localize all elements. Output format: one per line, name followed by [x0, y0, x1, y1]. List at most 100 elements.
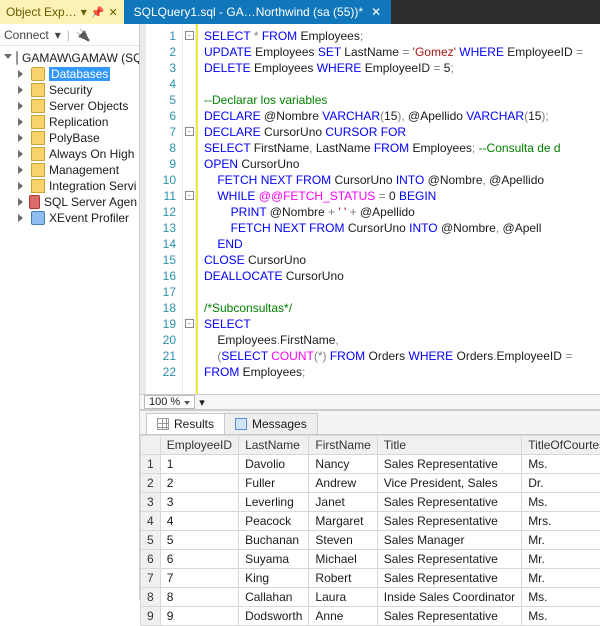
tree-item[interactable]: Always On High [2, 146, 137, 162]
cell[interactable]: Janet [309, 493, 377, 512]
table-row[interactable]: 22FullerAndrewVice President, SalesDr.19 [141, 474, 600, 493]
cell[interactable]: Sales Representative [377, 493, 521, 512]
expand-caret-icon[interactable] [18, 86, 27, 95]
cell[interactable]: 7 [160, 569, 238, 588]
expand-caret-icon[interactable] [18, 198, 25, 207]
fold-gutter[interactable]: - - - - [182, 24, 196, 394]
expand-caret-icon[interactable] [4, 54, 12, 63]
cell[interactable]: Mr. [522, 531, 600, 550]
cell[interactable]: Suyama [239, 550, 309, 569]
expand-caret-icon[interactable] [18, 150, 27, 159]
tree-item[interactable]: Security [2, 82, 137, 98]
tree-item[interactable]: Replication [2, 114, 137, 130]
cell[interactable]: Andrew [309, 474, 377, 493]
cell[interactable]: Inside Sales Coordinator [377, 588, 521, 607]
cell[interactable]: 4 [160, 512, 238, 531]
cell[interactable]: Robert [309, 569, 377, 588]
messages-tab[interactable]: Messages [224, 413, 318, 434]
column-header[interactable]: EmployeeID [160, 436, 238, 455]
cell[interactable]: Fuller [239, 474, 309, 493]
cell[interactable]: Nancy [309, 455, 377, 474]
cell[interactable]: 3 [160, 493, 238, 512]
tree-item[interactable]: Integration Servi [2, 178, 137, 194]
pin-icon[interactable]: 📌 [91, 6, 105, 19]
table-row[interactable]: 55BuchananStevenSales ManagerMr.19 [141, 531, 600, 550]
cell[interactable]: Sales Representative [377, 512, 521, 531]
cell[interactable]: Laura [309, 588, 377, 607]
cell[interactable]: Anne [309, 607, 377, 626]
column-header[interactable]: TitleOfCourtesy [522, 436, 600, 455]
expand-caret-icon[interactable] [18, 182, 27, 191]
cell[interactable]: Ms. [522, 588, 600, 607]
cell[interactable]: Sales Manager [377, 531, 521, 550]
close-icon[interactable]: ✕ [108, 6, 117, 19]
column-header[interactable]: LastName [239, 436, 309, 455]
cell[interactable]: Dr. [522, 474, 600, 493]
cell[interactable]: 8 [160, 588, 238, 607]
cell[interactable]: Mr. [522, 569, 600, 588]
cell[interactable]: Dodsworth [239, 607, 309, 626]
object-explorer-panel-tab[interactable]: Object Exp… ▾ 📌 ✕ [0, 0, 124, 24]
column-header[interactable]: FirstName [309, 436, 377, 455]
cell[interactable]: Callahan [239, 588, 309, 607]
close-icon[interactable]: ✕ [371, 5, 381, 19]
fold-toggle[interactable]: - [185, 319, 194, 328]
tree-item[interactable]: XEvent Profiler [2, 210, 137, 226]
cell[interactable]: 6 [160, 550, 238, 569]
cell[interactable]: Davolio [239, 455, 309, 474]
expand-caret-icon[interactable] [18, 134, 27, 143]
fold-toggle[interactable]: - [185, 31, 194, 40]
tree-item[interactable]: PolyBase [2, 130, 137, 146]
cell[interactable]: Buchanan [239, 531, 309, 550]
table-row[interactable]: 11DavolioNancySales RepresentativeMs.19 [141, 455, 600, 474]
expand-caret-icon[interactable] [18, 118, 27, 127]
sql-editor[interactable]: 12345678910111213141516171819202122 ----… [140, 24, 600, 394]
results-grid[interactable]: EmployeeIDLastNameFirstNameTitleTitleOfC… [140, 435, 600, 626]
cell[interactable]: Sales Representative [377, 455, 521, 474]
cell[interactable]: Mr. [522, 550, 600, 569]
zoom-dropdown[interactable]: 100 % [144, 395, 195, 409]
cell[interactable]: Mrs. [522, 512, 600, 531]
expand-caret-icon[interactable] [18, 70, 27, 79]
cell[interactable]: Sales Representative [377, 569, 521, 588]
chevron-down-icon[interactable]: ▾ [55, 28, 61, 42]
connect-button[interactable]: Connect [4, 28, 49, 42]
cell[interactable]: Leverling [239, 493, 309, 512]
cell[interactable]: Ms. [522, 493, 600, 512]
table-row[interactable]: 66SuyamaMichaelSales RepresentativeMr.19 [141, 550, 600, 569]
chevron-down-icon[interactable]: ▾ [81, 5, 87, 19]
expand-caret-icon[interactable] [18, 166, 27, 175]
table-row[interactable]: 33LeverlingJanetSales RepresentativeMs.1… [141, 493, 600, 512]
expand-caret-icon[interactable] [18, 102, 27, 111]
table-row[interactable]: 99DodsworthAnneSales RepresentativeMs.19 [141, 607, 600, 626]
tree-item[interactable]: Server Objects [2, 98, 137, 114]
cell[interactable]: Michael [309, 550, 377, 569]
tree-item[interactable]: Management [2, 162, 137, 178]
cell[interactable]: Peacock [239, 512, 309, 531]
table-row[interactable]: 77KingRobertSales RepresentativeMr.19 [141, 569, 600, 588]
cell[interactable]: Margaret [309, 512, 377, 531]
tree-item[interactable]: SQL Server Agen [2, 194, 137, 210]
results-tab[interactable]: Results [146, 413, 225, 434]
cell[interactable]: Ms. [522, 607, 600, 626]
fold-toggle[interactable]: - [185, 127, 194, 136]
cell[interactable]: Steven [309, 531, 377, 550]
code-area[interactable]: SELECT * FROM Employees;UPDATE Employees… [196, 24, 600, 394]
table-row[interactable]: 88CallahanLauraInside Sales CoordinatorM… [141, 588, 600, 607]
column-header[interactable]: Title [377, 436, 521, 455]
tree-item[interactable]: Databases [2, 66, 137, 82]
cell[interactable]: Vice President, Sales [377, 474, 521, 493]
cell[interactable]: Sales Representative [377, 607, 521, 626]
cell[interactable]: 1 [160, 455, 238, 474]
cell[interactable]: 9 [160, 607, 238, 626]
fold-toggle[interactable]: - [185, 191, 194, 200]
cell[interactable]: King [239, 569, 309, 588]
cell[interactable]: 2 [160, 474, 238, 493]
server-tree[interactable]: GAMAW\GAMAW (SQLDatabasesSecurityServer … [0, 46, 139, 230]
chevron-down-icon[interactable]: ▾ [199, 396, 205, 409]
cell[interactable]: 5 [160, 531, 238, 550]
sql-file-tab[interactable]: SQLQuery1.sql - GA…Northwind (sa (55))* … [124, 0, 391, 24]
connect-plug-icon[interactable]: 🔌 [76, 28, 91, 42]
table-row[interactable]: 44PeacockMargaretSales RepresentativeMrs… [141, 512, 600, 531]
cell[interactable]: Sales Representative [377, 550, 521, 569]
